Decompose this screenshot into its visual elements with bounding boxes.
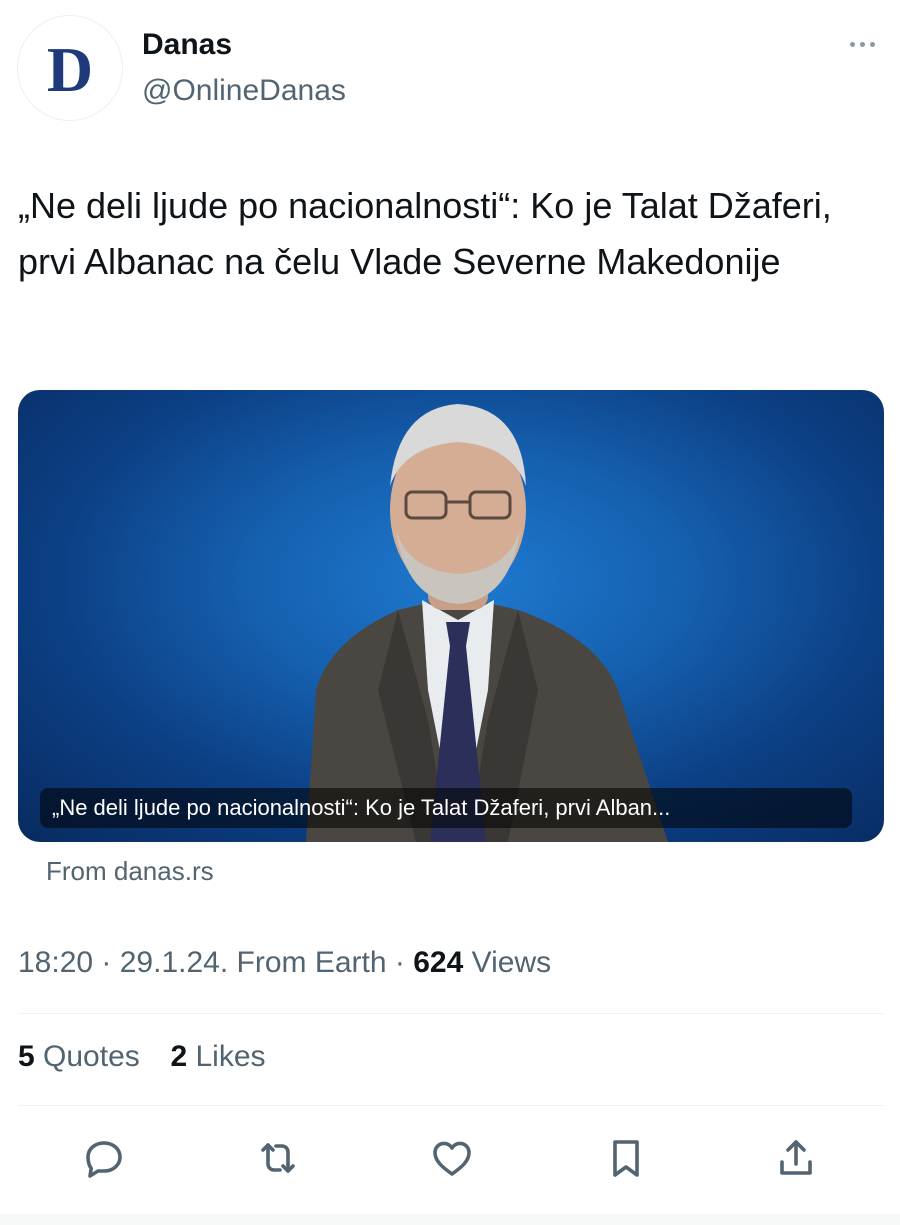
tweet-meta: 18:20 · 29.1.24. From Earth · 624 Views bbox=[18, 946, 552, 979]
card-caption: „Ne deli ljude po nacionalnosti“: Ko je … bbox=[52, 795, 671, 820]
tweet-source: From Earth bbox=[236, 946, 387, 979]
avatar[interactable]: D bbox=[18, 16, 122, 120]
like-icon[interactable] bbox=[428, 1134, 476, 1182]
engagement-stats: 5 Quotes 2 Likes bbox=[18, 1040, 266, 1074]
bookmark-icon[interactable] bbox=[602, 1134, 650, 1182]
views-count: 624 bbox=[413, 946, 464, 979]
tweet-date[interactable]: 29.1.24. bbox=[120, 946, 228, 979]
author-handle[interactable]: @OnlineDanas bbox=[142, 74, 346, 108]
more-icon bbox=[849, 41, 855, 47]
card-photo bbox=[306, 404, 668, 842]
card-caption-pill: „Ne deli ljude po nacionalnosti“: Ko je … bbox=[40, 788, 852, 828]
reply-icon[interactable] bbox=[80, 1134, 128, 1182]
quotes-count: 5 bbox=[18, 1040, 35, 1073]
quotes-label: Quotes bbox=[43, 1040, 140, 1073]
divider bbox=[18, 1105, 884, 1106]
divider bbox=[18, 1013, 884, 1014]
author-display-name[interactable]: Danas bbox=[142, 28, 232, 62]
tweet-time[interactable]: 18:20 bbox=[18, 946, 93, 979]
tweet-header: D Danas @OnlineDanas bbox=[0, 0, 900, 140]
likes-label: Likes bbox=[195, 1040, 266, 1073]
likes-stat[interactable]: 2 Likes bbox=[170, 1040, 265, 1073]
quotes-stat[interactable]: 5 Quotes bbox=[18, 1040, 140, 1073]
views-label: Views bbox=[471, 946, 552, 979]
card-source[interactable]: From danas.rs bbox=[46, 856, 214, 887]
danas-logo: D bbox=[46, 34, 94, 105]
action-bar bbox=[0, 1128, 900, 1188]
link-card[interactable]: „Ne deli ljude po nacionalnosti“: Ko je … bbox=[18, 390, 884, 842]
tweet-text: „Ne deli ljude po nacionalnosti“: Ko je … bbox=[18, 185, 832, 282]
likes-count: 2 bbox=[170, 1040, 188, 1073]
bottom-strip bbox=[0, 1214, 900, 1225]
retweet-icon[interactable] bbox=[254, 1134, 302, 1182]
share-icon[interactable] bbox=[772, 1134, 820, 1182]
more-options-button[interactable] bbox=[842, 32, 882, 56]
